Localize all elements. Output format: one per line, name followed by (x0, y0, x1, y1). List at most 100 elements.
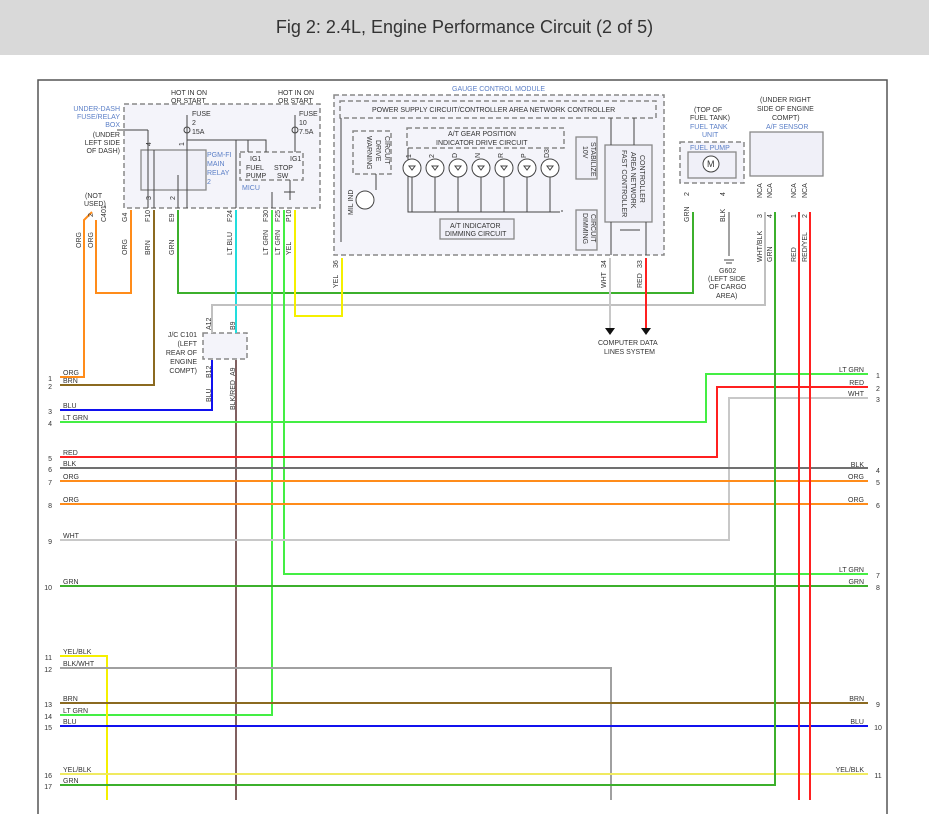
row-wire-label: WHT (848, 391, 865, 398)
relay-label: 2 (207, 179, 211, 186)
pin-label: 33 (637, 260, 644, 268)
nca-label: NCA (802, 183, 809, 198)
row-number: 13 (44, 702, 52, 709)
junction-connector-c101 (202, 332, 248, 360)
af-location: SIDE OF ENGINE (757, 106, 814, 113)
row-wire-label: WHT (63, 533, 80, 540)
row-wire-label: BLK/WHT (63, 661, 95, 668)
pin-label: F25 (275, 210, 282, 222)
led-label: 1 (406, 154, 413, 158)
warning-label: WARNING (365, 136, 372, 170)
fuel-pump-label: PUMP (246, 173, 267, 180)
stabilize-label: 10V (581, 146, 588, 159)
fast-can-label: FAST CONTROLLER (620, 150, 627, 217)
wiring-diagram: 1 2 D N R P D3 M HOT IN ON OR START HOT IN ON … (37, 79, 888, 814)
power-supply-label: POWER SUPPLY CIRCUIT/CONTROLLER AREA NET… (372, 107, 615, 114)
not-used-label: (NOT (85, 193, 103, 200)
wire-color-label: BRN (145, 240, 152, 255)
pin-label: 4 (720, 192, 727, 196)
row-number: 9 (876, 702, 880, 709)
nca-label: NCA (767, 183, 774, 198)
wire-color-label: RED (637, 273, 644, 288)
relay-label: RELAY (207, 170, 230, 177)
dimming-label: A/T INDICATOR (450, 223, 501, 230)
row-wire-label: BRN (63, 696, 78, 703)
row-number: 7 (48, 480, 52, 487)
gear-label: INDICATOR DRIVE CIRCUIT (436, 140, 528, 147)
row-wire-label: BLU (63, 403, 77, 410)
warning-label: DRIVE (374, 140, 381, 162)
row-wire-label: BRN (63, 378, 78, 385)
row-number: 11 (45, 655, 52, 662)
led-icon (402, 158, 422, 178)
fast-can-label: AREA NETWORK (629, 152, 636, 209)
led-label: D (452, 153, 459, 158)
pin-label: 3 (757, 214, 764, 218)
row-wire-label: ORG (848, 497, 864, 504)
row-number: 9 (48, 539, 52, 546)
wire-color-label: BLK (720, 208, 727, 222)
ground-label: G602 (719, 268, 736, 275)
row-number: 3 (876, 397, 880, 404)
jc-label: COMPT) (169, 368, 197, 375)
af-location: COMPT) (772, 115, 800, 122)
row-wire-label: BRN (849, 696, 864, 703)
led-label: R (498, 153, 505, 158)
pin-label: E9 (169, 213, 176, 222)
row-wire-label: RED (849, 380, 864, 387)
nca-label: NCA (791, 183, 798, 198)
led-icon (448, 158, 468, 178)
pin-label: B12 (206, 365, 213, 378)
row-number: 6 (876, 503, 880, 510)
gear-label: A/T GEAR POSITION (448, 131, 516, 138)
fuse-box-name: FUSE/RELAY (77, 114, 120, 121)
pin-label: F10 (145, 210, 152, 222)
row-number: 17 (44, 784, 52, 791)
led-icon (425, 158, 445, 178)
fuse-box-location: (UNDER (93, 132, 120, 139)
wire-color-label: GRN (684, 206, 691, 222)
fuel-tank-name: FUEL TANK (690, 124, 728, 131)
row-wire-label: GRN (63, 778, 79, 785)
pin-label: 4 (767, 214, 774, 218)
stop-sw-label: STOP (274, 165, 293, 172)
dimming-label: CIRCUIT (589, 214, 596, 243)
stop-sw-label: SW (277, 173, 289, 180)
relay-label: PGM-FI (207, 152, 232, 159)
wire-color-label: GRN (169, 239, 176, 255)
ground-label: AREA) (716, 293, 737, 300)
mil-label: MIL IND (348, 190, 355, 215)
wire-color-label: RED/YEL (802, 232, 809, 262)
wire-color-label: ORG (76, 232, 83, 248)
wire-color-label: WHT (601, 271, 608, 288)
row-wire-label: LT GRN (63, 708, 88, 715)
jc-label: (LEFT (178, 341, 198, 348)
fuse-label: 2 (192, 120, 196, 127)
fuse-label: 10 (299, 120, 307, 127)
row-number: 5 (48, 456, 52, 463)
wire-color-label: ORG (122, 239, 129, 255)
dimming-label: DIMMING (581, 213, 588, 244)
stabilize-label: STABILIZE (589, 142, 596, 177)
hot-label: OR START (171, 98, 206, 105)
data-lines-label: LINES SYSTEM (604, 349, 655, 356)
led-icon (494, 158, 514, 178)
row-number: 12 (44, 667, 52, 674)
wire-color-label: LT GRN (275, 230, 282, 255)
motor-label: M (707, 159, 715, 169)
led-icon (540, 158, 560, 178)
row-number: 6 (48, 467, 52, 474)
row-number: 10 (874, 725, 882, 732)
row-number: 1 (48, 376, 52, 383)
wire-color-label: RED (791, 247, 798, 262)
row-number: 4 (48, 421, 52, 428)
pin-label: 1 (791, 214, 798, 218)
warning-label: CIRCUIT (383, 136, 390, 165)
pin-label: A9 (230, 367, 237, 376)
pin-label: 3 (146, 196, 153, 200)
connector-c401-label: C401 (101, 205, 108, 222)
nca-label: NCA (757, 183, 764, 198)
row-wire-label: ORG (848, 474, 864, 481)
row-number: 1 (876, 373, 880, 380)
fuse-label: 7.5A (299, 129, 314, 136)
